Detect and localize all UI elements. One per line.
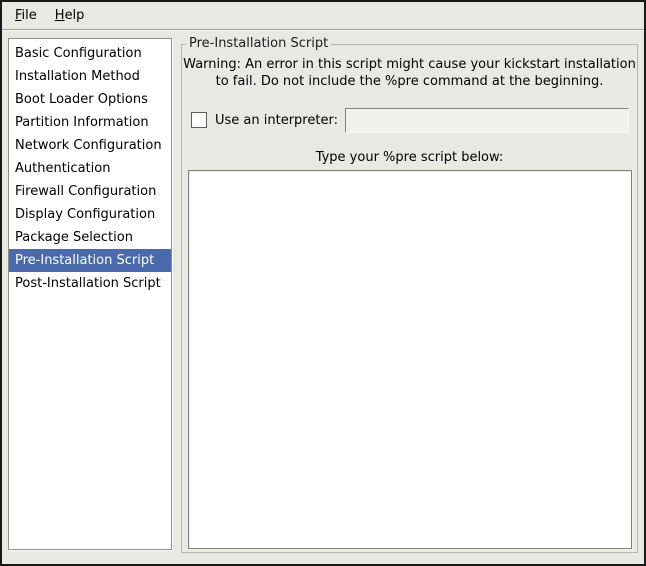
sidebar-item-display-configuration[interactable]: Display Configuration <box>9 203 171 226</box>
sidebar-item-post-installation-script[interactable]: Post-Installation Script <box>9 272 171 295</box>
warning-line-1: Warning: An error in this script might c… <box>182 56 637 73</box>
menu-help[interactable]: Help <box>46 5 94 27</box>
warning-text: Warning: An error in this script might c… <box>182 56 637 90</box>
sidebar-item-package-selection[interactable]: Package Selection <box>9 226 171 249</box>
sidebar-item-boot-loader-options[interactable]: Boot Loader Options <box>9 88 171 111</box>
sidebar-item-partition-information[interactable]: Partition Information <box>9 111 171 134</box>
sidebar-item-installation-method[interactable]: Installation Method <box>9 65 171 88</box>
sidebar-item-basic-configuration[interactable]: Basic Configuration <box>9 42 171 65</box>
sidebar-item-firewall-configuration[interactable]: Firewall Configuration <box>9 180 171 203</box>
use-interpreter-checkbox[interactable] <box>191 112 207 128</box>
use-interpreter-label: Use an interpreter: <box>215 113 338 128</box>
frame-title: Pre-Installation Script <box>186 36 331 51</box>
warning-line-2: to fail. Do not include the %pre command… <box>182 73 637 90</box>
sidebar-item-network-configuration[interactable]: Network Configuration <box>9 134 171 157</box>
menu-file[interactable]: File <box>6 5 46 27</box>
category-list: Basic Configuration Installation Method … <box>8 38 172 550</box>
kickstart-configurator-window: File Help Basic Configuration Installati… <box>0 0 646 566</box>
pre-installation-script-frame: Pre-Installation Script Warning: An erro… <box>181 44 638 553</box>
pre-script-textarea[interactable] <box>188 170 632 549</box>
interpreter-row: Use an interpreter: <box>191 107 629 133</box>
menubar: File Help <box>2 2 644 30</box>
sidebar-item-authentication[interactable]: Authentication <box>9 157 171 180</box>
interpreter-entry[interactable] <box>345 108 629 133</box>
sidebar-item-pre-installation-script[interactable]: Pre-Installation Script <box>9 249 171 272</box>
script-instruction-label: Type your %pre script below: <box>182 150 637 165</box>
